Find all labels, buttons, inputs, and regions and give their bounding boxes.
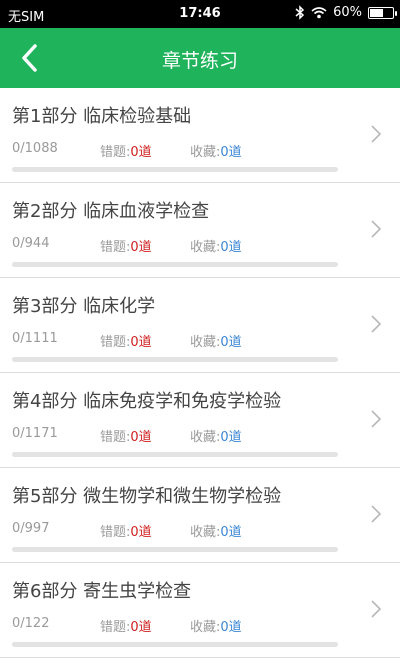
wrong-count: 错题:0道 <box>100 426 152 445</box>
chapter-item[interactable]: 第6部分 寄生虫学检查 0/122 错题:0道 收藏:0道 <box>0 563 400 658</box>
chapter-progress: 0/1088 <box>12 141 58 156</box>
chapter-list[interactable]: 第1部分 临床检验基础 0/1088 错题:0道 收藏:0道 第2部分 临床血液… <box>0 88 400 666</box>
chapter-name: 第6部分 寄生虫学检查 <box>12 581 192 602</box>
wrong-label: 错题: <box>100 525 131 540</box>
chapter-name: 第1部分 临床检验基础 <box>12 106 192 127</box>
progress-bar <box>12 642 338 647</box>
chapter-name: 第3部分 临床化学 <box>12 296 156 317</box>
page-title: 章节练习 <box>161 50 238 72</box>
wrong-value: 0道 <box>130 525 152 540</box>
chevron-right-icon <box>371 505 382 523</box>
fav-value: 0道 <box>220 335 242 350</box>
progress-bar <box>12 452 338 457</box>
chapter-item[interactable]: 第5部分 微生物学和微生物学检验 0/997 错题:0道 收藏:0道 <box>0 468 400 563</box>
wrong-label: 错题: <box>100 335 131 350</box>
fav-label: 收藏: <box>190 145 221 160</box>
status-right-group: 60% <box>295 5 397 20</box>
bluetooth-icon <box>295 5 305 20</box>
nav-bar: 章节练习 <box>0 28 400 88</box>
chevron-right-icon <box>371 220 382 238</box>
fav-value: 0道 <box>220 620 242 635</box>
fav-value: 0道 <box>220 430 242 445</box>
progress-bar <box>12 357 338 362</box>
progress-bar <box>12 167 338 172</box>
wrong-value: 0道 <box>130 620 152 635</box>
chapter-name: 第2部分 临床血液学检查 <box>12 201 210 222</box>
chapter-progress: 0/1111 <box>12 331 58 346</box>
progress-bar <box>12 262 338 267</box>
chevron-right-icon <box>371 315 382 333</box>
wrong-count: 错题:0道 <box>100 616 152 635</box>
fav-count: 收藏:0道 <box>190 141 242 160</box>
fav-count: 收藏:0道 <box>190 236 242 255</box>
chapter-progress: 0/1171 <box>12 426 58 441</box>
status-bar: 无SIM 17:46 60% <box>0 0 400 28</box>
fav-label: 收藏: <box>190 240 221 255</box>
wrong-count: 错题:0道 <box>100 521 152 540</box>
wrong-label: 错题: <box>100 240 131 255</box>
battery-icon <box>368 6 397 19</box>
fav-value: 0道 <box>220 145 242 160</box>
fav-value: 0道 <box>220 240 242 255</box>
fav-label: 收藏: <box>190 335 221 350</box>
chevron-right-icon <box>371 410 382 428</box>
fav-count: 收藏:0道 <box>190 616 242 635</box>
chapter-name: 第4部分 临床免疫学和免疫学检验 <box>12 391 282 412</box>
chapter-item[interactable]: 第4部分 临床免疫学和免疫学检验 0/1171 错题:0道 收藏:0道 <box>0 373 400 468</box>
fav-count: 收藏:0道 <box>190 426 242 445</box>
fav-count: 收藏:0道 <box>190 521 242 540</box>
wrong-label: 错题: <box>100 145 131 160</box>
progress-bar <box>12 547 338 552</box>
chevron-right-icon <box>371 125 382 143</box>
chapter-name: 第5部分 微生物学和微生物学检验 <box>12 486 282 507</box>
chapter-item[interactable]: 第2部分 临床血液学检查 0/944 错题:0道 收藏:0道 <box>0 183 400 278</box>
chapter-item[interactable]: 第1部分 临床检验基础 0/1088 错题:0道 收藏:0道 <box>0 88 400 183</box>
fav-value: 0道 <box>220 525 242 540</box>
wrong-value: 0道 <box>130 430 152 445</box>
wrong-count: 错题:0道 <box>100 236 152 255</box>
battery-level <box>370 8 384 17</box>
chapter-progress: 0/997 <box>12 521 50 536</box>
wrong-label: 错题: <box>100 620 131 635</box>
wrong-count: 错题:0道 <box>100 141 152 160</box>
wrong-label: 错题: <box>100 430 131 445</box>
wrong-value: 0道 <box>130 335 152 350</box>
wrong-count: 错题:0道 <box>100 331 152 350</box>
wrong-value: 0道 <box>130 145 152 160</box>
fav-count: 收藏:0道 <box>190 331 242 350</box>
chapter-progress: 0/122 <box>12 616 50 631</box>
wrong-value: 0道 <box>130 240 152 255</box>
fav-label: 收藏: <box>190 525 221 540</box>
fav-label: 收藏: <box>190 430 221 445</box>
chapter-progress: 0/944 <box>12 236 50 251</box>
chapter-item[interactable]: 第3部分 临床化学 0/1111 错题:0道 收藏:0道 <box>0 278 400 373</box>
fav-label: 收藏: <box>190 620 221 635</box>
wifi-icon <box>311 7 327 19</box>
chevron-right-icon <box>371 600 382 618</box>
battery-percent: 60% <box>333 5 362 20</box>
